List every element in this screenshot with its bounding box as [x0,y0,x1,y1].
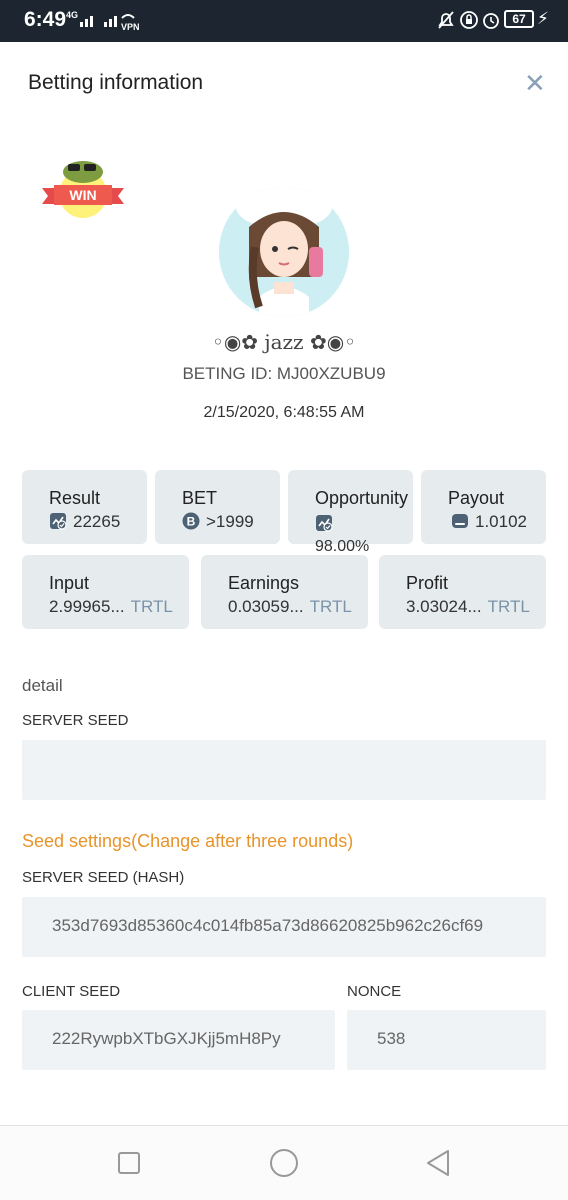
server-seed-hash-field[interactable]: 353d7693d85360c4c014fb85a73d86620825b962… [22,897,546,957]
payout-value: 1.0102 [475,512,527,531]
recent-apps-icon[interactable] [117,1151,141,1180]
navigation-bar [0,1125,568,1200]
home-icon[interactable] [269,1148,299,1183]
status-bar: 6:49 4G VPN 67 ⚡ [0,0,568,42]
svg-text:B: B [187,515,196,529]
payout-label: Payout [448,488,505,508]
nonce-value: 538 [377,1029,406,1048]
input-value: 2.99965... [49,597,125,616]
mute-icon [436,10,456,35]
result-label: Result [49,488,101,508]
win-text: WIN [69,187,96,203]
bet-label: BET [182,488,218,508]
bet-value: >1999 [206,512,254,531]
svg-text:4G: 4G [66,10,78,20]
input-unit: TRTL [130,597,173,616]
chance-icon [315,514,363,537]
bet-datetime: 2/15/2020, 6:48:55 AM [203,404,365,421]
earnings-value: 0.03059... [228,597,304,616]
bitcoin-icon: B [182,512,200,535]
close-icon[interactable]: ✕ [524,68,546,99]
server-seed-label: SERVER SEED [22,712,129,729]
earnings-label: Earnings [228,573,300,593]
avatar [219,187,349,317]
profit-card: Profit 3.03024... TRTL [379,555,546,629]
client-seed-label: CLIENT SEED [22,983,121,1000]
opportunity-value: 98.00% [315,538,370,555]
profit-label: Profit [406,573,449,593]
win-badge: WIN [40,152,126,222]
server-seed-hash-label: SERVER SEED (HASH) [22,869,185,886]
seed-settings-link[interactable]: Seed settings(Change after three rounds) [22,831,353,852]
server-seed-hash-value: 353d7693d85360c4c014fb85a73d86620825b962… [52,916,484,935]
detail-heading: detail [22,676,63,695]
profit-value: 3.03024... [406,597,482,616]
nonce-field[interactable]: 538 [347,1010,546,1070]
alarm-icon [481,10,501,35]
lock-rotate-icon [459,10,479,35]
result-card: Result 22265 [22,470,147,544]
client-seed-field[interactable]: 222RywpbXTbGXJKjj5mH8Py [22,1010,335,1070]
client-seed-value: 222RywpbXTbGXJKjj5mH8Py [52,1029,281,1048]
payout-card: Payout 1.0102 [421,470,546,544]
user-nickname: ◦◉✿ jazz ✿◉◦ [212,330,356,354]
opportunity-card: Opportunity 98.00% [288,470,413,555]
result-value: 22265 [73,512,121,531]
status-time: 6:49 [24,8,67,31]
result-icon [49,512,67,535]
earnings-card: Earnings 0.03059... TRTL [201,555,368,629]
page-title: Betting information [28,71,204,94]
battery-icon: 67 [504,10,534,28]
opportunity-label: Opportunity [315,488,409,508]
payout-icon [451,512,469,535]
bet-id: BETING ID: MJ00XZUBU9 [182,364,386,383]
charging-icon: ⚡ [537,9,549,28]
vpn-icon: VPN [121,22,140,32]
earnings-unit: TRTL [309,597,352,616]
profit-unit: TRTL [487,597,530,616]
input-label: Input [49,573,90,593]
input-card: Input 2.99965... TRTL [22,555,189,629]
server-seed-field[interactable] [22,740,546,800]
back-icon[interactable] [424,1148,452,1183]
nonce-label: NONCE [347,983,402,1000]
bet-card: BET B >1999 [155,470,280,544]
